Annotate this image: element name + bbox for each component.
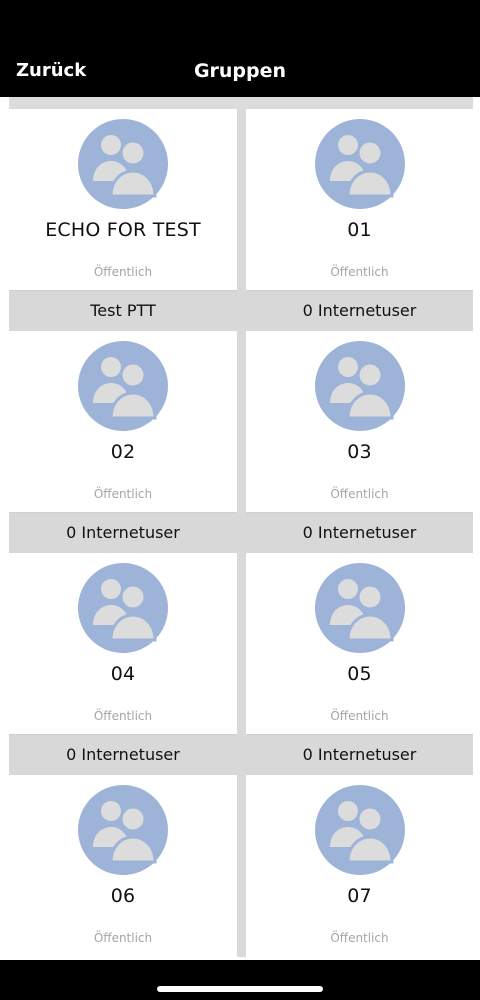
group-avatar-icon <box>314 785 405 875</box>
group-visibility: Öffentlich <box>330 709 389 723</box>
group-card[interactable]: 06 Öffentlich <box>9 775 237 957</box>
group-name: 04 <box>110 663 136 685</box>
group-name: 07 <box>347 885 372 907</box>
group-name: 02 <box>110 441 136 463</box>
group-status-bar: 0 Internetuser <box>246 290 473 331</box>
group-name: ECHO FOR TEST <box>45 219 201 241</box>
group-visibility: Öffentlich <box>93 487 153 501</box>
group-avatar-icon <box>314 563 405 653</box>
header-divider <box>9 97 473 109</box>
group-name: 05 <box>347 663 372 685</box>
group-status-bar: 0 Internetuser <box>9 512 237 553</box>
group-visibility: Öffentlich <box>330 931 389 945</box>
bottom-bar <box>0 960 480 1000</box>
page-title: Gruppen <box>193 60 287 82</box>
group-visibility: Öffentlich <box>93 709 153 723</box>
group-avatar-icon <box>78 563 168 653</box>
group-status-bar: 0 Internetuser <box>246 512 473 553</box>
group-visibility: Öffentlich <box>330 265 389 279</box>
group-visibility: Öffentlich <box>93 265 153 279</box>
group-card[interactable]: 05 Öffentlich 0 Internetuser <box>246 553 473 775</box>
group-status-bar: 0 Internetuser <box>246 734 473 775</box>
group-card[interactable]: 03 Öffentlich 0 Internetuser <box>246 331 473 553</box>
group-visibility: Öffentlich <box>93 931 153 945</box>
group-avatar-icon <box>78 119 168 209</box>
group-name: 03 <box>347 441 372 463</box>
group-name: 01 <box>347 219 372 241</box>
group-card[interactable]: 01 Öffentlich 0 Internetuser <box>246 109 473 331</box>
group-avatar-icon <box>314 341 405 431</box>
top-nav-bar: Zurück Gruppen <box>0 0 480 97</box>
group-status-bar: Test PTT <box>9 290 237 331</box>
group-card[interactable]: 04 Öffentlich 0 Internetuser <box>9 553 237 775</box>
group-status-bar: 0 Internetuser <box>9 734 237 775</box>
group-name: 06 <box>110 885 136 907</box>
group-avatar-icon <box>78 785 168 875</box>
group-visibility: Öffentlich <box>330 487 389 501</box>
home-indicator[interactable] <box>157 986 323 992</box>
group-avatar-icon <box>314 119 405 209</box>
group-avatar-icon <box>78 341 168 431</box>
groups-grid: ECHO FOR TEST Öffentlich Test PTT 01 Öff… <box>9 109 473 957</box>
group-card[interactable]: ECHO FOR TEST Öffentlich Test PTT <box>9 109 237 331</box>
group-card[interactable]: 07 Öffentlich <box>246 775 473 957</box>
group-card[interactable]: 02 Öffentlich 0 Internetuser <box>9 331 237 553</box>
